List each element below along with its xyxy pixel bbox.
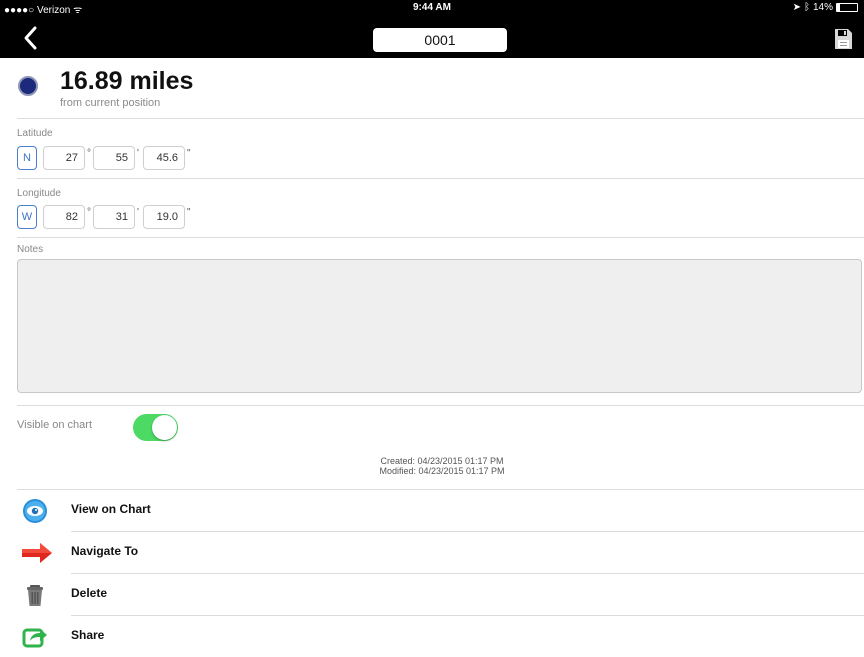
distance-subtitle: from current position [60,97,161,109]
latitude-minutes-field[interactable]: 55 [93,146,135,170]
view-on-chart-button[interactable]: View on Chart [0,490,864,531]
navigate-to-label: Navigate To [71,544,139,558]
latitude-seconds-field[interactable]: 45.6 [143,146,185,170]
minute-symbol: ' [137,148,139,159]
trash-icon [27,585,43,606]
top-bar: ●●●●○ Verizon ᯤ 9:44 AM ➤ ᛒ 14% 0001 [0,0,864,58]
distance-value: 16.89 miles [60,67,194,95]
longitude-label: Longitude [17,188,61,199]
share-button[interactable]: Share [0,616,864,657]
timestamps: Created: 04/23/2015 01:17 PM Modified: 0… [0,456,864,476]
visible-on-chart-label: Visible on chart [17,419,93,431]
longitude-seconds-field[interactable]: 19.0 [143,205,185,229]
battery-percent: 14% [812,2,833,13]
share-icon [22,628,47,648]
navigate-to-button[interactable]: Navigate To [0,532,864,573]
chevron-left-icon [24,26,37,50]
bluetooth-icon: ᛒ [803,2,810,13]
latitude-degrees-field[interactable]: 27 [43,146,85,170]
second-symbol: " [187,207,191,218]
delete-button[interactable]: Delete [0,574,864,615]
visible-on-chart-toggle[interactable] [133,414,178,441]
delete-label: Delete [71,586,108,600]
battery-icon [836,3,858,12]
latitude-label: Latitude [17,128,53,139]
longitude-hemisphere-button[interactable]: W [17,205,37,229]
status-right: ➤ ᛒ 14% [793,2,858,13]
notes-textarea[interactable] [17,259,862,393]
degree-symbol: ° [87,148,91,159]
eye-icon [23,499,47,523]
divider [17,237,864,238]
save-button[interactable] [833,28,853,50]
divider [17,118,864,119]
location-arrow-icon: ➤ [792,2,801,13]
divider [17,405,864,406]
notes-label: Notes [17,244,44,255]
degree-symbol: ° [87,207,91,218]
waypoint-color-dot[interactable] [18,76,38,96]
back-button[interactable] [20,24,42,52]
view-on-chart-label: View on Chart [71,502,151,516]
second-symbol: " [187,148,191,159]
latitude-hemisphere-button[interactable]: N [17,146,37,170]
longitude-minutes-field[interactable]: 31 [93,205,135,229]
longitude-degrees-field[interactable]: 82 [43,205,85,229]
modified-date: Modified: 04/23/2015 01:17 PM [379,466,505,476]
minute-symbol: ' [137,207,139,218]
created-date: Created: 04/23/2015 01:17 PM [380,456,504,466]
floppy-disk-icon [835,29,852,49]
waypoint-name-field[interactable]: 0001 [373,28,507,52]
share-label: Share [71,628,105,642]
divider [17,178,864,179]
status-time: 9:44 AM [413,2,451,13]
arrow-right-icon [22,543,52,563]
toggle-knob [152,415,177,440]
